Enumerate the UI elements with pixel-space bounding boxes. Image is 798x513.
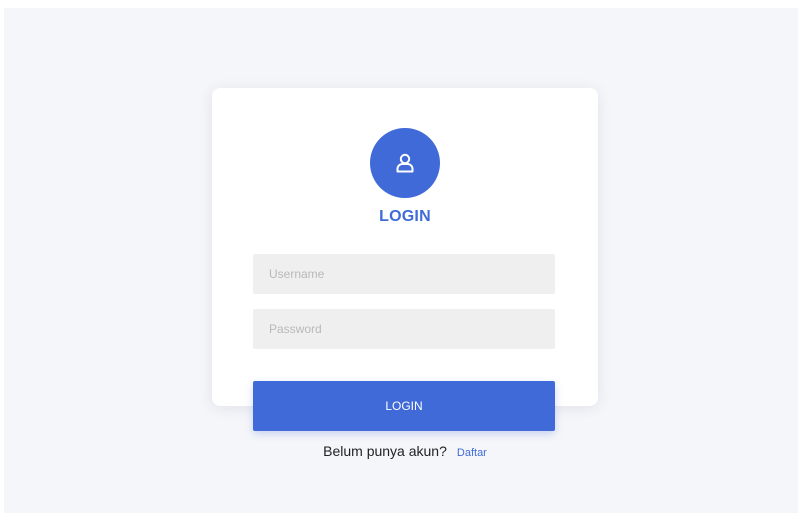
- login-button[interactable]: LOGIN: [253, 381, 555, 431]
- user-icon: [396, 153, 414, 173]
- register-link[interactable]: Daftar: [457, 447, 487, 459]
- register-prompt-row: Belum punya akun? Daftar: [212, 443, 598, 461]
- login-title: LOGIN: [379, 208, 431, 225]
- password-input[interactable]: [253, 309, 555, 349]
- username-input[interactable]: [253, 254, 555, 294]
- register-prompt-text: Belum punya akun?: [323, 443, 447, 459]
- user-avatar: [370, 128, 440, 198]
